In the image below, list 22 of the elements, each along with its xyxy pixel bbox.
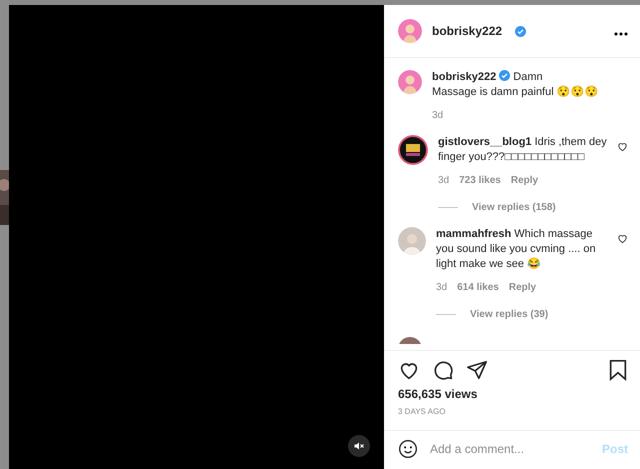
likes-count[interactable]: 723 likes (459, 175, 501, 186)
send-icon[interactable] (466, 359, 488, 381)
comment-text: gistlovers__blog1 Idris ,them dey finger you???□□□□□□□□□□□□ (438, 135, 607, 165)
post-date: 3 DAYS AGO (398, 407, 446, 416)
avatar (398, 337, 422, 344)
speech-bubble-icon[interactable] (432, 359, 454, 381)
views-count: 656,635 views (398, 387, 478, 401)
muted-speaker-icon[interactable] (348, 435, 370, 457)
caption-text: bobrisky222 Damn Massage is damn painful 😯😯😯 (432, 70, 600, 100)
bookmark-icon[interactable] (608, 359, 628, 381)
view-replies-link[interactable]: View replies (158) (472, 202, 556, 213)
view-replies-link[interactable]: View replies (39) (470, 309, 548, 320)
comment-text: mammahfresh Which massage you sound like you cvming .... on light make we see 😂 (436, 227, 597, 272)
reply-link[interactable]: Reply (508, 282, 536, 293)
likes-count[interactable]: 614 likes (457, 282, 499, 293)
smiley-icon[interactable] (398, 439, 418, 459)
timestamp: 3d (438, 175, 450, 186)
timestamp: 3d (432, 110, 444, 121)
avatar[interactable] (398, 135, 428, 165)
username[interactable]: bobrisky222 (432, 24, 502, 38)
timestamp: 3d (436, 282, 448, 293)
reply-link[interactable]: Reply (510, 175, 538, 186)
